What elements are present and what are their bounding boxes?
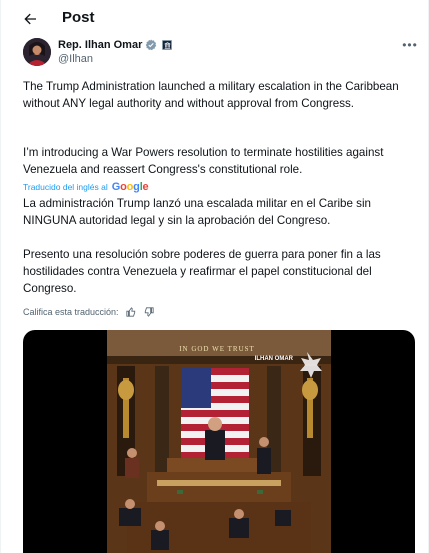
- thumbs-up-button[interactable]: [125, 306, 137, 318]
- thumbs-up-icon: [125, 307, 135, 317]
- translation-label: Traducido del inglés al: [23, 182, 108, 192]
- page-title: Post: [62, 9, 95, 26]
- avatar[interactable]: [23, 38, 51, 66]
- chamber-inscription: IN GOD WE TRUST: [179, 345, 255, 353]
- more-icon: •••: [402, 38, 418, 52]
- author-name-row: Rep. Ilhan Omar: [58, 38, 173, 52]
- post-page: Post Rep. Ilhan Omar @Ilhan ••• The Trum…: [0, 0, 429, 553]
- tweet-paragraph-2: I’m introducing a War Powers resolution …: [23, 146, 387, 177]
- rate-translation-label: Califica esta traducción:: [23, 307, 119, 317]
- translation-paragraph-2: Presento una resolución sobre poderes de…: [23, 248, 384, 296]
- verified-badge-icon: [146, 39, 157, 51]
- translation-paragraph-1: La administración Trump lanzó una escala…: [23, 197, 375, 228]
- government-badge-icon: [162, 40, 173, 50]
- video-frame: IN GOD WE TRUST ILHAN OMAR: [107, 330, 331, 553]
- author-name[interactable]: Rep. Ilhan Omar: [58, 38, 142, 52]
- author-handle[interactable]: @Ilhan: [58, 53, 93, 66]
- translation-attribution: Traducido del inglés al Google: [23, 181, 149, 193]
- house-chamber-scene: IN GOD WE TRUST ILHAN OMAR: [107, 330, 331, 553]
- tweet-paragraph-1: The Trump Administration launched a mili…: [23, 80, 402, 111]
- more-options-button[interactable]: •••: [399, 38, 421, 52]
- watermark-text: ILHAN OMAR: [255, 356, 294, 362]
- video-player[interactable]: IN GOD WE TRUST ILHAN OMAR: [23, 330, 415, 553]
- avatar-image: [23, 38, 51, 66]
- top-bar: Post: [1, 0, 428, 36]
- thumbs-down-icon: [144, 307, 154, 317]
- thumbs-down-button[interactable]: [143, 306, 155, 318]
- back-button[interactable]: [17, 6, 43, 32]
- arrow-left-icon: [24, 13, 36, 25]
- google-logo: Google: [111, 181, 149, 193]
- rate-translation-row: Califica esta traducción:: [23, 306, 155, 318]
